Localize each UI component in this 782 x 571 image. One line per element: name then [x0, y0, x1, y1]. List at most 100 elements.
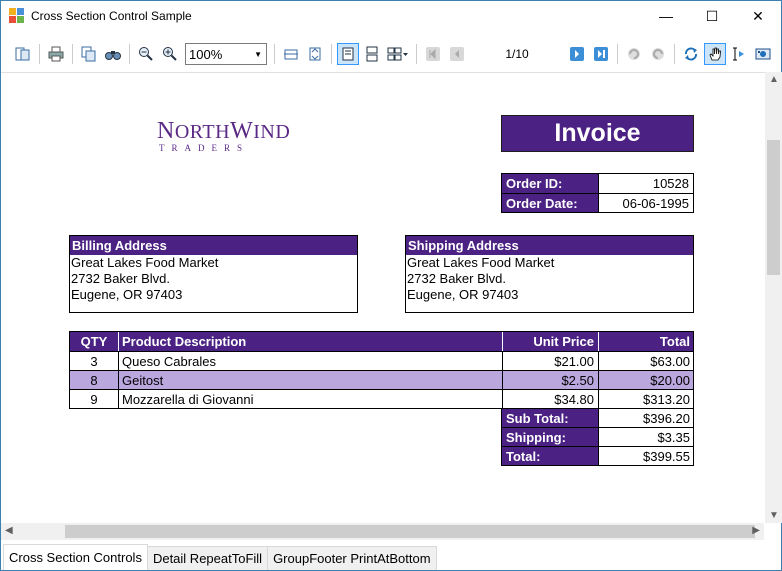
- order-date-row: Order Date: 06-06-1995: [502, 193, 693, 212]
- totals-value: $396.20: [598, 409, 693, 427]
- table-of-contents-icon[interactable]: [12, 43, 34, 65]
- logo-text: IND: [253, 121, 291, 143]
- toolbar-separator: [617, 44, 618, 64]
- unit-price-cell: $2.50: [502, 371, 598, 389]
- table-row: 8 Geitost $2.50 $20.00: [70, 370, 693, 389]
- description-cell: Queso Cabrales: [118, 352, 502, 370]
- meta-label: Order Date:: [502, 194, 598, 212]
- totals-value: $3.35: [598, 428, 693, 446]
- scroll-up-icon[interactable]: ▲: [769, 74, 779, 85]
- toolbar-separator: [674, 44, 675, 64]
- snapshot-icon[interactable]: [752, 43, 774, 65]
- qty-cell: 8: [90, 372, 98, 388]
- subtotal-row: Sub Total: $396.20: [502, 408, 693, 427]
- qty-cell: 3: [90, 353, 98, 369]
- description-cell: Geitost: [118, 371, 502, 389]
- logo-text: ORTH: [174, 121, 231, 143]
- selection-icon[interactable]: [728, 43, 750, 65]
- logo-letter: N: [157, 118, 175, 144]
- single-page-icon[interactable]: [337, 43, 359, 65]
- address-line: Eugene, OR 97403: [71, 287, 183, 302]
- invoice-title: Invoice: [501, 115, 694, 152]
- address-line: 2732 Baker Blvd.: [71, 271, 171, 286]
- meta-label: Order ID:: [502, 174, 598, 193]
- maximize-button[interactable]: ☐: [689, 1, 735, 31]
- shipping-address-heading: Shipping Address: [406, 236, 693, 255]
- app-icon: [9, 7, 25, 24]
- last-page-icon[interactable]: [590, 43, 612, 65]
- zoom-out-icon[interactable]: [135, 43, 157, 65]
- toolbar-separator: [72, 44, 73, 64]
- tab-strip: Cross Section Controls Detail RepeatToFi…: [1, 544, 781, 570]
- copy-icon[interactable]: [78, 43, 100, 65]
- forward-icon[interactable]: [647, 43, 669, 65]
- order-id-row: Order ID: 10528: [502, 174, 693, 193]
- total-header: Total: [598, 332, 693, 351]
- zoom-in-icon[interactable]: [159, 43, 181, 65]
- meta-value: 06-06-1995: [598, 194, 693, 212]
- whole-page-icon[interactable]: [304, 43, 326, 65]
- description-header: Product Description: [118, 332, 502, 351]
- previous-page-icon[interactable]: [446, 43, 468, 65]
- tab-groupfooter-print-at-bottom[interactable]: GroupFooter PrintAtBottom: [267, 546, 437, 570]
- scroll-right-icon[interactable]: ▶: [752, 525, 760, 536]
- line-items-table: QTY Product Description Unit Price Total…: [69, 331, 694, 409]
- tab-detail-repeat-to-fill[interactable]: Detail RepeatToFill: [146, 546, 269, 570]
- scroll-down-icon[interactable]: ▼: [769, 510, 779, 521]
- address-line: Great Lakes Food Market: [71, 255, 219, 270]
- toolbar-separator: [129, 44, 130, 64]
- totals-value: $399.55: [598, 447, 693, 465]
- table-row: 3 Queso Cabrales $21.00 $63.00: [70, 351, 693, 370]
- back-icon[interactable]: [623, 43, 645, 65]
- multipage-icon[interactable]: [385, 43, 411, 65]
- vertical-scrollbar[interactable]: ▲ ▼: [765, 72, 782, 523]
- next-page-icon[interactable]: [566, 43, 588, 65]
- zoom-value: 100%: [189, 46, 223, 62]
- pan-hand-icon[interactable]: [704, 43, 726, 65]
- toolbar-separator: [39, 44, 40, 64]
- unit-price-cell: $21.00: [502, 352, 598, 370]
- horizontal-scroll-thumb[interactable]: [65, 525, 755, 538]
- tab-cross-section-controls[interactable]: Cross Section Controls: [3, 544, 148, 570]
- totals-table: Sub Total: $396.20 Shipping: $3.35 Total…: [501, 408, 694, 466]
- qty-cell: 9: [90, 391, 98, 407]
- unit-price-cell: $34.80: [502, 390, 598, 408]
- print-icon[interactable]: [45, 43, 67, 65]
- continuous-page-icon[interactable]: [361, 43, 383, 65]
- qty-header: QTY: [80, 334, 108, 349]
- address-line: 2732 Baker Blvd.: [407, 271, 507, 286]
- totals-label: Sub Total:: [502, 409, 598, 427]
- find-icon[interactable]: [102, 43, 124, 65]
- totals-label: Shipping:: [502, 428, 598, 446]
- viewer-toolbar: 100% ▼ 1/10: [1, 38, 781, 70]
- address-line: Great Lakes Food Market: [407, 255, 555, 270]
- first-page-icon[interactable]: [422, 43, 444, 65]
- minimize-button[interactable]: —: [643, 1, 689, 31]
- refresh-icon[interactable]: [680, 43, 702, 65]
- title-bar: Cross Section Control Sample — ☐ ✕: [0, 0, 782, 30]
- chevron-down-icon: ▼: [254, 49, 262, 59]
- table-header-row: QTY Product Description Unit Price Total: [70, 332, 693, 351]
- toolbar-separator: [416, 44, 417, 64]
- table-row: 9 Mozzarella di Giovanni $34.80 $313.20: [70, 389, 693, 408]
- toolbar-separator: [274, 44, 275, 64]
- zoom-select[interactable]: 100% ▼: [185, 43, 267, 65]
- scroll-left-icon[interactable]: ◀: [5, 525, 13, 536]
- totals-label: Total:: [502, 447, 598, 465]
- shipping-row: Shipping: $3.35: [502, 427, 693, 446]
- page-number-input[interactable]: 1/10: [472, 43, 562, 65]
- close-button[interactable]: ✕: [735, 1, 781, 31]
- billing-address-box: Billing Address Great Lakes Food Market …: [69, 235, 358, 313]
- vertical-scroll-thumb[interactable]: [767, 140, 780, 275]
- order-meta-table: Order ID: 10528 Order Date: 06-06-1995: [501, 173, 694, 213]
- description-cell: Mozzarella di Giovanni: [118, 390, 502, 408]
- logo-letter: W: [230, 118, 254, 144]
- total-cell: $63.00: [598, 352, 693, 370]
- meta-value: 10528: [598, 174, 693, 193]
- unit-price-header: Unit Price: [502, 332, 598, 351]
- toolbar-separator: [331, 44, 332, 64]
- horizontal-scrollbar[interactable]: ◀ ▶: [1, 523, 764, 540]
- window-title: Cross Section Control Sample: [31, 8, 192, 23]
- grand-total-row: Total: $399.55: [502, 446, 693, 465]
- page-width-icon[interactable]: [280, 43, 302, 65]
